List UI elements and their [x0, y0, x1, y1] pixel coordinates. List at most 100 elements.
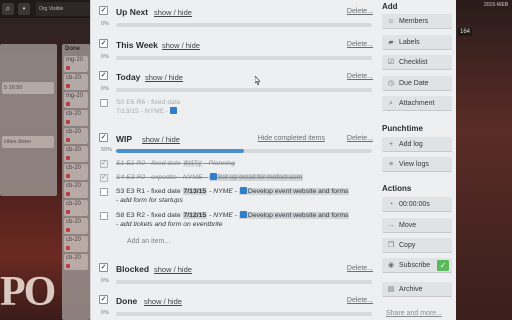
- member-icon: ☺: [387, 18, 395, 25]
- board-menu-icon[interactable]: •: [18, 3, 30, 15]
- checklist-header-done: ✓ Done show / hide Delete...: [99, 295, 373, 307]
- checklist-item[interactable]: S8 E3 R2 - fixed date 7/12/15 - NYME - D…: [99, 211, 373, 231]
- timer-icon: ◔: [388, 201, 394, 208]
- pointer-cursor-icon: [255, 76, 261, 85]
- list-card[interactable]: cb-20: [64, 164, 88, 180]
- card-link[interactable]: Develop event website and forms: [248, 212, 349, 219]
- item-checkbox[interactable]: [100, 212, 108, 220]
- trello-card-icon: [209, 173, 217, 180]
- list-card[interactable]: mg-20: [64, 92, 88, 108]
- checklist-title: Blocked: [116, 264, 150, 274]
- progress-percent: 0%: [101, 86, 109, 92]
- members-button[interactable]: ☺ Members: [382, 14, 452, 29]
- delete-checklist-link[interactable]: Delete...: [347, 297, 373, 304]
- org-visibility-label[interactable]: Org Visible: [36, 2, 90, 16]
- add-log-button[interactable]: + Add log: [382, 137, 452, 152]
- list-card[interactable]: cb-20: [64, 182, 88, 198]
- board-header-bar: ⌕ • Org Visible: [0, 0, 90, 18]
- checklist-header-today: ✓ Today show / hide Delete...: [99, 71, 373, 83]
- plus-icon: +: [388, 141, 394, 148]
- copy-icon: ❐: [387, 242, 395, 249]
- attachment-button[interactable]: ⌕ Attachment: [382, 96, 452, 111]
- list-card[interactable]: cb-20: [64, 74, 88, 90]
- show-hide-link[interactable]: show / hide: [154, 265, 192, 274]
- checklist-icon: ✓: [99, 263, 108, 272]
- show-hide-link[interactable]: show / hide: [162, 41, 200, 50]
- checklist-title: Done: [116, 296, 138, 306]
- item-checkbox[interactable]: [100, 99, 108, 107]
- archive-icon: ▤: [387, 286, 395, 293]
- checklist-item[interactable]: S4 E3 R0 - expedite - NYME - Set up emai…: [99, 173, 373, 183]
- show-hide-link[interactable]: show / hide: [144, 297, 182, 306]
- show-hide-link[interactable]: show / hide: [145, 73, 183, 82]
- checklist-progress: 0%: [99, 310, 373, 318]
- board-background-text: 2015-WEB: [484, 2, 509, 8]
- progress-fill: [116, 149, 244, 153]
- copy-button[interactable]: ❐ Copy: [382, 238, 452, 253]
- board-background-word: PO: [0, 269, 56, 315]
- list-card[interactable]: mg-20: [64, 56, 88, 72]
- checklist-button[interactable]: ☑ Checklist: [382, 55, 452, 70]
- checklist-item-dragging[interactable]: S0 E6 R6 - fixed date 7/13/15 - NYME -: [99, 98, 373, 118]
- list-card[interactable]: cb-20: [64, 110, 88, 126]
- list-card[interactable]: 5 16:50: [2, 82, 54, 94]
- hide-completed-link[interactable]: Hide completed items: [258, 135, 325, 142]
- checklist-icon: ✓: [99, 39, 108, 48]
- list-card[interactable]: cb-20: [64, 254, 88, 270]
- checklist-item[interactable]: S3 E3 R1 - fixed date 7/13/15 - NYME - D…: [99, 187, 373, 207]
- list-card[interactable]: cb-20: [64, 146, 88, 162]
- list-card[interactable]: cities down: [2, 136, 54, 148]
- list-icon: ≡: [388, 161, 394, 168]
- list-card[interactable]: cb-20: [64, 236, 88, 252]
- delete-checklist-link[interactable]: Delete...: [347, 265, 373, 272]
- checklist-icon: ✓: [99, 133, 108, 142]
- attachment-icon: ⌕: [389, 100, 393, 107]
- delete-checklist-link[interactable]: Delete...: [347, 73, 373, 80]
- list-card[interactable]: cb-20: [64, 218, 88, 234]
- checklist-icon: ✓: [99, 71, 108, 80]
- delete-checklist-link[interactable]: Delete...: [347, 135, 373, 142]
- board-background-right: [456, 0, 512, 320]
- checklist-icon: ☑: [387, 59, 395, 66]
- checklist-progress: 50%: [99, 147, 373, 155]
- item-checkbox[interactable]: [100, 159, 108, 168]
- card-link[interactable]: Set up email for mefest.com: [218, 174, 303, 181]
- list-card[interactable]: cb-20: [64, 128, 88, 144]
- progress-percent: 0%: [101, 278, 109, 284]
- checklist-title: Today: [116, 72, 141, 82]
- delete-checklist-link[interactable]: Delete...: [347, 41, 373, 48]
- labels-button[interactable]: ▰ Labels: [382, 35, 452, 50]
- item-checkbox[interactable]: [100, 188, 108, 196]
- sidebar-heading-add: Add: [382, 2, 398, 11]
- card-link[interactable]: Develop event website and forms: [248, 188, 349, 195]
- progress-percent: 0%: [101, 310, 109, 316]
- sidebar-heading-actions: Actions: [382, 184, 412, 193]
- label-icon: ▰: [388, 39, 394, 46]
- board-list-done: Done mg-20 cb-20 mg-20 cb-20 cb-20 cb-20…: [62, 44, 90, 320]
- view-logs-button[interactable]: ≡ View logs: [382, 157, 452, 172]
- trello-card-icon: [239, 187, 247, 194]
- archive-button[interactable]: ▤ Archive: [382, 282, 452, 297]
- card-detail-window: ✓ Up Next show / hide Delete... 0% ✓ Thi…: [90, 0, 456, 320]
- subscribed-check-icon: ✓: [437, 260, 449, 271]
- checklist-item[interactable]: S1 E1 R0 - fixed date daily - Planning: [99, 159, 373, 169]
- checklist-title: Up Next: [116, 7, 149, 17]
- share-and-more-link[interactable]: Share and more...: [386, 310, 442, 317]
- progress-percent: 50%: [101, 147, 113, 153]
- due-date-button[interactable]: ◷ Due Date: [382, 76, 452, 91]
- delete-checklist-link[interactable]: Delete...: [347, 8, 373, 15]
- progress-percent: 0%: [101, 21, 109, 27]
- board-list: 5 16:50 cities down: [0, 44, 57, 196]
- timer-button[interactable]: ◔ 00:00:00s: [382, 197, 452, 212]
- subscribe-button[interactable]: ◉ Subscribe ✓: [382, 258, 452, 273]
- list-card[interactable]: cb-20: [64, 200, 88, 216]
- show-hide-link[interactable]: show / hide: [154, 8, 192, 17]
- item-checkbox[interactable]: [100, 173, 108, 182]
- add-item-link[interactable]: Add an item...: [127, 238, 170, 245]
- checklist-progress: 0%: [99, 21, 373, 29]
- move-button[interactable]: → Move: [382, 218, 452, 233]
- search-icon[interactable]: ⌕: [2, 3, 14, 15]
- checklist-progress: 0%: [99, 54, 373, 62]
- checklist-header-up-next: ✓ Up Next show / hide Delete...: [99, 6, 373, 18]
- show-hide-link[interactable]: show / hide: [142, 135, 180, 144]
